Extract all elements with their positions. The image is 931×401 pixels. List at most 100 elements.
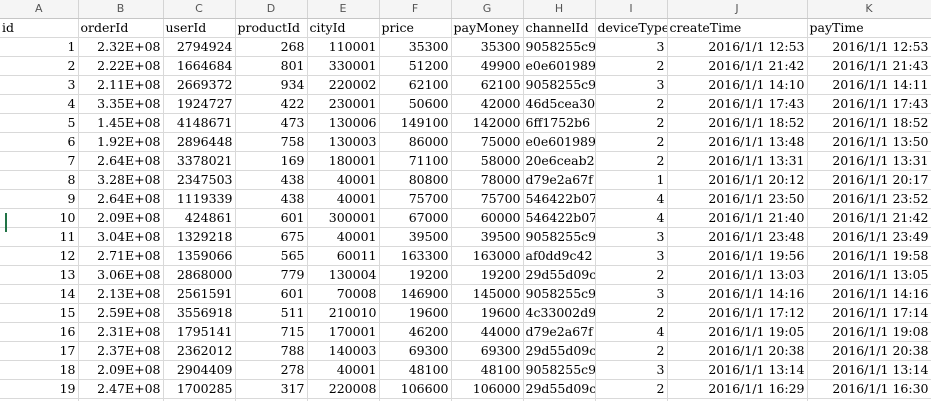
cell-productid[interactable]: 788 — [235, 341, 308, 361]
spreadsheet[interactable]: ABCDEFGHIJK id orderId userId productId city… — [0, 0, 931, 401]
cell-createtime[interactable]: 2016/1/1 20:12 — [667, 170, 808, 190]
cell-productid[interactable]: 715 — [235, 322, 308, 342]
cell-price[interactable]: 19200 — [379, 265, 452, 285]
cell-cityid[interactable]: 130004 — [307, 265, 380, 285]
column-header-f[interactable]: F — [379, 0, 452, 19]
cell-id[interactable]: 16 — [0, 322, 79, 342]
cell-paymoney[interactable]: 145000 — [451, 284, 524, 304]
cell-userid[interactable]: 1924727 — [163, 94, 236, 114]
header-cell-productid[interactable]: productId — [235, 18, 308, 38]
cell-userid[interactable]: 2669372 — [163, 75, 236, 95]
cell-createtime[interactable]: 2016/1/1 14:10 — [667, 75, 808, 95]
cell-userid[interactable]: 4148671 — [163, 113, 236, 133]
cell-paytime[interactable]: 2016/1/1 23:52 — [807, 189, 931, 209]
column-header-b[interactable]: B — [78, 0, 164, 19]
cell-createtime[interactable]: 2016/1/1 23:50 — [667, 189, 808, 209]
cell-price[interactable]: 146900 — [379, 284, 452, 304]
cell-id[interactable]: 6 — [0, 132, 79, 152]
cell-paymoney[interactable]: 60000 — [451, 208, 524, 228]
cell-createtime[interactable]: 2016/1/1 14:16 — [667, 284, 808, 304]
cell-devicetype[interactable]: 2 — [595, 56, 668, 76]
cell-cityid[interactable]: 40001 — [307, 360, 380, 380]
cell-paymoney[interactable]: 19200 — [451, 265, 524, 285]
cell-paymoney[interactable]: 19600 — [451, 303, 524, 323]
cell-createtime[interactable]: 2016/1/1 17:43 — [667, 94, 808, 114]
cell-devicetype[interactable]: 3 — [595, 37, 668, 57]
header-cell-id[interactable]: id — [0, 18, 79, 38]
cell-devicetype[interactable]: 4 — [595, 189, 668, 209]
cell-devicetype[interactable]: 2 — [595, 341, 668, 361]
cell-productid[interactable]: 473 — [235, 113, 308, 133]
cell-devicetype[interactable]: 2 — [595, 303, 668, 323]
cell-orderid[interactable]: 3.06E+08 — [78, 265, 164, 285]
cell-userid[interactable]: 2794924 — [163, 37, 236, 57]
cell-devicetype[interactable]: 2 — [595, 265, 668, 285]
cell-id[interactable]: 8 — [0, 170, 79, 190]
header-cell-channelid[interactable]: channelId — [523, 18, 596, 38]
cell-paytime[interactable]: 2016/1/1 20:17 — [807, 170, 931, 190]
cell-paymoney[interactable]: 75700 — [451, 189, 524, 209]
cell-devicetype[interactable]: 2 — [595, 94, 668, 114]
cell-userid[interactable]: 1119339 — [163, 189, 236, 209]
cell-id[interactable]: 17 — [0, 341, 79, 361]
cell-productid[interactable]: 422 — [235, 94, 308, 114]
cell-orderid[interactable]: 3.35E+08 — [78, 94, 164, 114]
cell-devicetype[interactable]: 3 — [595, 246, 668, 266]
cell-orderid[interactable]: 2.11E+08 — [78, 75, 164, 95]
cell-orderid[interactable]: 3.04E+08 — [78, 227, 164, 247]
header-cell-paymoney[interactable]: payMoney — [451, 18, 524, 38]
cell-channelid[interactable]: 9058255c9 — [523, 360, 596, 380]
cell-userid[interactable]: 1795141 — [163, 322, 236, 342]
cell-id[interactable]: 14 — [0, 284, 79, 304]
cell-price[interactable]: 86000 — [379, 132, 452, 152]
cell-devicetype[interactable]: 3 — [595, 227, 668, 247]
cell-cityid[interactable]: 110001 — [307, 37, 380, 57]
cell-createtime[interactable]: 2016/1/1 23:48 — [667, 227, 808, 247]
cell-productid[interactable]: 169 — [235, 151, 308, 171]
cell-cityid[interactable]: 130006 — [307, 113, 380, 133]
cell-productid[interactable]: 675 — [235, 227, 308, 247]
column-header-c[interactable]: C — [163, 0, 236, 19]
cell-id[interactable]: 15 — [0, 303, 79, 323]
cell-userid[interactable]: 1359066 — [163, 246, 236, 266]
cell-devicetype[interactable]: 4 — [595, 208, 668, 228]
cell-orderid[interactable]: 2.71E+08 — [78, 246, 164, 266]
cell-price[interactable]: 48100 — [379, 360, 452, 380]
cell-price[interactable]: 39500 — [379, 227, 452, 247]
cell-cityid[interactable]: 220008 — [307, 379, 380, 399]
cell-paytime[interactable]: 2016/1/1 17:14 — [807, 303, 931, 323]
cell-price[interactable]: 62100 — [379, 75, 452, 95]
cell-orderid[interactable]: 2.13E+08 — [78, 284, 164, 304]
cell-paymoney[interactable]: 49900 — [451, 56, 524, 76]
cell-devicetype[interactable]: 4 — [595, 322, 668, 342]
cell-paymoney[interactable]: 42000 — [451, 94, 524, 114]
cell-userid[interactable]: 1329218 — [163, 227, 236, 247]
cell-cityid[interactable]: 40001 — [307, 170, 380, 190]
cell-devicetype[interactable]: 3 — [595, 284, 668, 304]
cell-cityid[interactable]: 230001 — [307, 94, 380, 114]
cell-orderid[interactable]: 2.09E+08 — [78, 360, 164, 380]
cell-paymoney[interactable]: 39500 — [451, 227, 524, 247]
cell-paytime[interactable]: 2016/1/1 12:53 — [807, 37, 931, 57]
cell-price[interactable]: 46200 — [379, 322, 452, 342]
cell-orderid[interactable]: 2.32E+08 — [78, 37, 164, 57]
column-header-i[interactable]: I — [595, 0, 668, 19]
cell-createtime[interactable]: 2016/1/1 13:03 — [667, 265, 808, 285]
cell-userid[interactable]: 3378021 — [163, 151, 236, 171]
cell-createtime[interactable]: 2016/1/1 12:53 — [667, 37, 808, 57]
header-cell-price[interactable]: price — [379, 18, 452, 38]
cell-price[interactable]: 19600 — [379, 303, 452, 323]
cell-userid[interactable]: 2868000 — [163, 265, 236, 285]
cell-cityid[interactable]: 70008 — [307, 284, 380, 304]
cell-id[interactable]: 19 — [0, 379, 79, 399]
cell-cityid[interactable]: 330001 — [307, 56, 380, 76]
header-cell-paytime[interactable]: payTime — [807, 18, 931, 38]
cell-cityid[interactable]: 170001 — [307, 322, 380, 342]
cell-price[interactable]: 149100 — [379, 113, 452, 133]
cell-createtime[interactable]: 2016/1/1 19:05 — [667, 322, 808, 342]
cell-paymoney[interactable]: 163000 — [451, 246, 524, 266]
cell-id[interactable]: 10 — [0, 208, 79, 228]
cell-cityid[interactable]: 180001 — [307, 151, 380, 171]
cell-id[interactable]: 12 — [0, 246, 79, 266]
cell-channelid[interactable]: 9058255c9 — [523, 284, 596, 304]
